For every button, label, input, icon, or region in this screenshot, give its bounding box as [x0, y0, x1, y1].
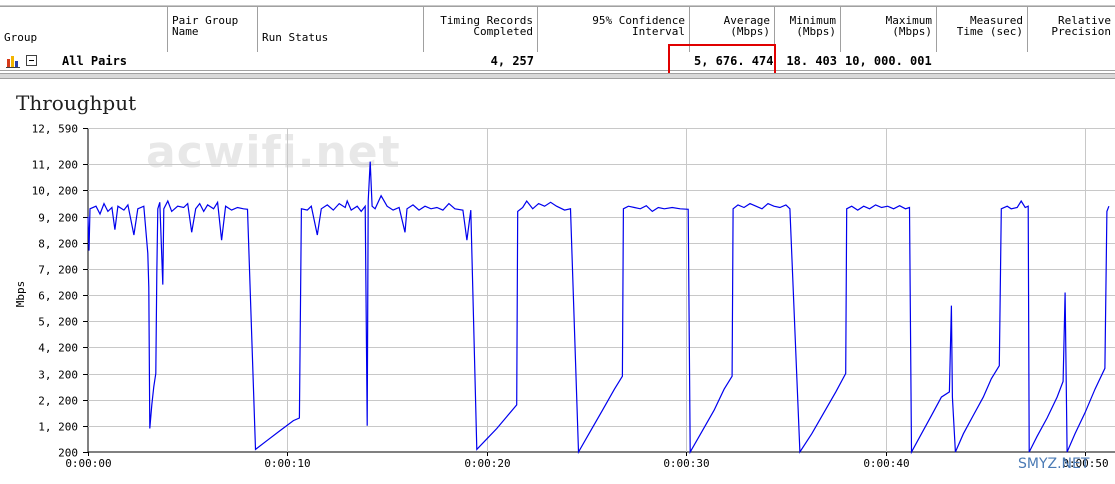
bar-chart-icon [6, 56, 20, 68]
y-tick-label: 3, 200 [38, 369, 78, 382]
group-name: All Pairs [62, 54, 128, 68]
x-tick-label: 0:00:30 [663, 457, 709, 470]
y-tick-label: 8, 200 [38, 238, 78, 251]
minimum-value: 18. 403 [786, 54, 837, 68]
y-axis-label: Mbps [14, 281, 27, 308]
timing-records-value: 4, 257 [490, 54, 534, 68]
y-tick-label: 7, 200 [38, 264, 78, 277]
results-table-header: Group Pair Group Name Run Status Timing … [0, 6, 1115, 53]
y-tick-label: 6, 200 [38, 290, 78, 303]
column-header-maximum[interactable]: Maximum (Mbps) [841, 7, 937, 52]
x-tick-label: 0:00:00 [65, 457, 111, 470]
y-tick-label: 12, 590 [32, 123, 78, 136]
y-tick-label: 1, 200 [38, 421, 78, 434]
y-tick-label: 5, 200 [38, 316, 78, 329]
y-tick-label: 4, 200 [38, 342, 78, 355]
y-tick-label: 2, 200 [38, 395, 78, 408]
x-tick-label: 0:00:10 [264, 457, 310, 470]
column-header-measured-time[interactable]: Measured Time (sec) [937, 7, 1028, 52]
x-tick-label: 0:00:40 [863, 457, 909, 470]
column-header-relative-precision[interactable]: Relative Precision [1028, 7, 1115, 52]
y-tick-label: 11, 200 [32, 159, 78, 172]
maximum-value: 10, 000. 001 [845, 54, 932, 68]
y-tick-label: 9, 200 [38, 212, 78, 225]
column-header-group[interactable]: Group [0, 7, 168, 52]
column-header-pair-group-name[interactable]: Pair Group Name [168, 7, 258, 52]
y-tick-label: 10, 200 [32, 185, 78, 198]
column-header-minimum[interactable]: Minimum (Mbps) [775, 7, 841, 52]
corner-watermark: SMYZ.NET [1018, 456, 1090, 472]
collapse-toggle-icon[interactable] [26, 55, 37, 66]
x-tick-label: 0:00:20 [464, 457, 510, 470]
throughput-chart: 2001, 2002, 2003, 2004, 2005, 2006, 2007… [14, 123, 1115, 470]
column-header-run-status[interactable]: Run Status [258, 7, 424, 52]
chart-title: Throughput [16, 91, 137, 115]
column-header-timing-records[interactable]: Timing Records Completed [424, 7, 538, 52]
throughput-series-line [87, 161, 1110, 455]
splitter-bar[interactable] [0, 73, 1115, 79]
table-row[interactable]: All Pairs 4, 257 5, 676. 474 18. 403 10,… [0, 52, 1115, 71]
